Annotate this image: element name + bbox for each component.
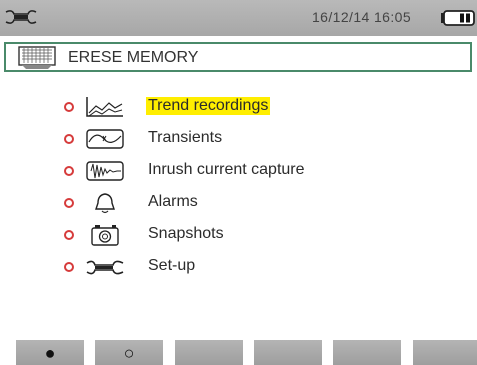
bell-icon — [95, 193, 115, 214]
wrench-icon — [86, 260, 124, 275]
menu-item-label: Trend recordings — [146, 97, 271, 115]
menu-item-trend-recordings[interactable]: Trend recordings — [0, 92, 477, 124]
camera-icon — [91, 225, 119, 246]
menu-item-snapshots[interactable]: Snapshots — [0, 220, 477, 252]
status-bar: 16/12/14 16:05 — [0, 0, 477, 36]
softkey-2[interactable]: ○ — [95, 340, 163, 365]
menu-item-inrush[interactable]: Inrush current capture — [0, 156, 477, 188]
page-title: ERESE MEMORY — [68, 49, 199, 66]
page-header: ERESE MEMORY — [4, 42, 472, 72]
menu-item-alarms[interactable]: Alarms — [0, 188, 477, 220]
menu-item-label: Transients — [148, 129, 223, 146]
bullet-icon — [64, 262, 74, 272]
transients-icon — [86, 129, 124, 149]
bullet-icon — [64, 134, 74, 144]
bullet-icon — [64, 102, 74, 112]
empty-circle-icon: ○ — [123, 343, 135, 363]
datetime-display: 16/12/14 16:05 — [312, 9, 412, 25]
battery-icon — [441, 10, 475, 26]
memory-grid-icon — [18, 46, 56, 69]
softkey-4[interactable] — [254, 340, 322, 365]
softkey-1[interactable]: ● — [16, 340, 84, 365]
inrush-icon — [86, 161, 124, 181]
menu-item-label: Alarms — [148, 193, 198, 210]
softkey-3[interactable] — [175, 340, 243, 365]
bullet-icon — [64, 198, 74, 208]
menu-item-label: Set-up — [148, 257, 196, 274]
softkey-5[interactable] — [333, 340, 401, 365]
menu-item-setup[interactable]: Set-up — [0, 252, 477, 284]
softkey-bar: ● ○ — [0, 340, 477, 365]
wrench-setup-icon — [5, 10, 37, 24]
softkey-6[interactable] — [413, 340, 477, 365]
menu-item-label: Snapshots — [148, 225, 224, 242]
trend-icon — [86, 97, 123, 117]
filled-circle-icon: ● — [44, 343, 56, 363]
menu-item-label: Inrush current capture — [148, 161, 305, 178]
menu-item-transients[interactable]: Transients — [0, 124, 477, 156]
bullet-icon — [64, 166, 74, 176]
bullet-icon — [64, 230, 74, 240]
